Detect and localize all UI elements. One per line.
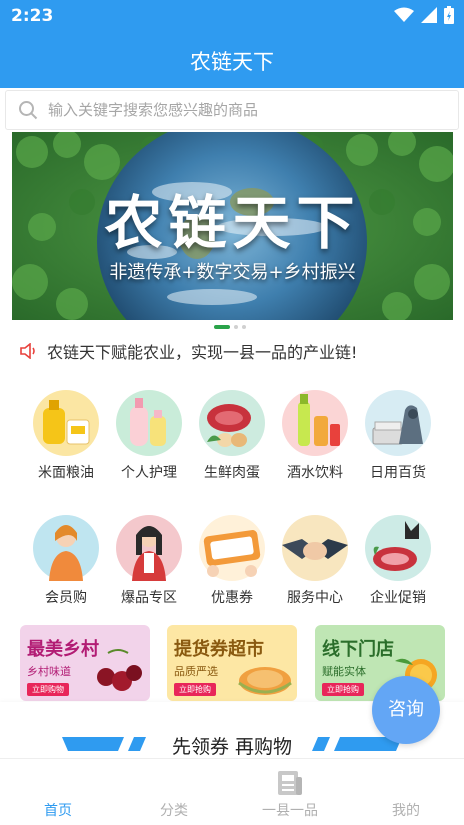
- notice-bar[interactable]: 农链天下赋能农业，实现一县一品的产业链!: [20, 338, 450, 364]
- banner-subtitle: 非遗传承+数字交易+乡村振兴: [109, 262, 356, 283]
- promo-card-coupon-market[interactable]: 提货券超市 品质严选 立即抢购: [167, 625, 297, 701]
- battery-icon: [444, 6, 454, 24]
- bottom-nav: 首页 分类 一县一品 我的: [0, 758, 464, 825]
- speaker-icon: [20, 343, 35, 359]
- category-label: 会员购: [45, 590, 87, 606]
- wifi-icon: [394, 7, 414, 22]
- category-item[interactable]: 爆品专区: [104, 515, 194, 607]
- category-item[interactable]: 酒水饮料: [270, 390, 360, 482]
- signal-icon: [421, 7, 437, 23]
- nav-home[interactable]: 首页: [0, 759, 116, 825]
- category-label: 米面粮油: [38, 465, 94, 481]
- promo-shop-button[interactable]: 立即抢购: [322, 683, 364, 696]
- promo-shop-button[interactable]: 立即抢购: [174, 683, 216, 696]
- newspaper-icon: [278, 771, 302, 795]
- drinks-icon: [282, 390, 348, 456]
- promo-title: 提货券超市: [174, 639, 264, 660]
- promo-title: 线下门店: [322, 639, 394, 660]
- category-item[interactable]: 优惠券: [187, 515, 277, 607]
- category-label: 个人护理: [121, 465, 177, 481]
- promotion-icon: [365, 515, 431, 581]
- search-bar[interactable]: [5, 90, 459, 130]
- category-item[interactable]: 企业促销: [353, 515, 443, 607]
- category-item[interactable]: 会员购: [21, 515, 111, 607]
- fresh-meat-icon: [199, 390, 265, 456]
- category-label: 生鲜肉蛋: [204, 465, 260, 481]
- category-label: 服务中心: [287, 590, 343, 606]
- category-label: 优惠券: [211, 590, 253, 606]
- category-label: 爆品专区: [121, 590, 177, 606]
- nav-category[interactable]: 分类: [116, 759, 232, 825]
- coupon-icon: [199, 515, 265, 581]
- personal-care-icon: [116, 390, 182, 456]
- promo-shop-button[interactable]: 立即购物: [27, 683, 69, 696]
- nav-home-label: 首页: [44, 803, 72, 819]
- consult-button[interactable]: 咨询: [372, 676, 440, 744]
- promo-subtitle: 品质严选: [174, 665, 218, 678]
- nav-county-product[interactable]: 一县一品: [232, 759, 348, 825]
- nav-mine[interactable]: 我的: [348, 759, 464, 825]
- status-bar: 2:23: [0, 0, 464, 32]
- banner-title: 农链天下: [104, 189, 361, 257]
- page-title: 农链天下: [190, 50, 274, 74]
- hot-products-icon: [116, 515, 182, 581]
- pagination-dot: [234, 325, 238, 329]
- promo-subtitle: 赋能实体: [322, 665, 366, 678]
- member-icon: [33, 515, 99, 581]
- handshake-icon: [282, 515, 348, 581]
- category-label: 日用百货: [370, 465, 426, 481]
- promo-title: 最美乡村: [27, 639, 99, 660]
- pagination-dot-active: [214, 325, 230, 329]
- app-header: 农链天下: [0, 32, 464, 88]
- nav-county-product-label: 一县一品: [262, 803, 318, 819]
- promo-subtitle: 乡村味道: [27, 665, 71, 678]
- system-icons: [394, 6, 454, 24]
- category-label: 企业促销: [370, 590, 426, 606]
- category-item[interactable]: 生鲜肉蛋: [187, 390, 277, 482]
- search-icon: [19, 101, 38, 120]
- category-item[interactable]: 米面粮油: [21, 390, 111, 482]
- search-input[interactable]: [48, 97, 448, 123]
- category-item[interactable]: 服务中心: [270, 515, 360, 607]
- banner-pagination: [214, 325, 246, 329]
- category-label: 酒水饮料: [287, 465, 343, 481]
- status-time: 2:23: [11, 6, 54, 26]
- pagination-dot: [242, 325, 246, 329]
- nav-category-label: 分类: [160, 803, 188, 819]
- nav-mine-label: 我的: [392, 803, 420, 819]
- promo-card-village[interactable]: 最美乡村 乡村味道 立即购物: [20, 625, 150, 701]
- banner-carousel[interactable]: 农链天下 非遗传承+数字交易+乡村振兴: [12, 132, 453, 320]
- oil-rice-icon: [33, 390, 99, 456]
- category-item[interactable]: 个人护理: [104, 390, 194, 482]
- notice-text: 农链天下赋能农业，实现一县一品的产业链!: [47, 343, 358, 362]
- household-icon: [365, 390, 431, 456]
- category-item[interactable]: 日用百货: [353, 390, 443, 482]
